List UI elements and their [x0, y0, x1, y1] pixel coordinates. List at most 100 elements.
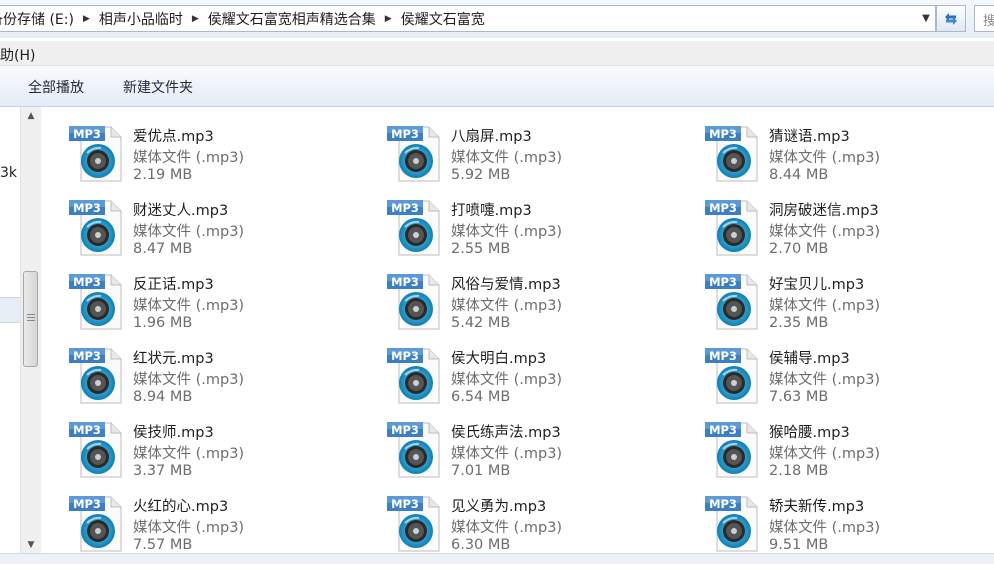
- file-size: 8.47 MB: [133, 241, 193, 257]
- breadcrumb: 备份存储 (E:) ▶ 相声小品临时 ▶ 侯耀文石富宽相声精选合集 ▶ 侯耀文石…: [0, 6, 489, 31]
- mp3-file-icon: MP3: [703, 419, 761, 479]
- file-type: 媒体文件 (.mp3): [451, 224, 563, 240]
- file-size: 2.35 MB: [769, 315, 829, 331]
- scroll-up-icon[interactable]: ▲: [21, 107, 41, 124]
- mp3-file-icon: MP3: [703, 345, 761, 405]
- file-name: 风俗与爱情.mp3: [451, 277, 561, 293]
- file-item[interactable]: MP3 红状元.mp3 媒体文件 (.mp3) 8.94 MB: [41, 337, 341, 405]
- svg-text:MP3: MP3: [73, 349, 101, 363]
- file-size: 6.54 MB: [451, 389, 511, 405]
- file-size: 7.01 MB: [451, 463, 511, 479]
- breadcrumb-separator-icon[interactable]: ▶: [380, 14, 397, 24]
- file-item[interactable]: MP3 好宝贝儿.mp3 媒体文件 (.mp3) 2.35 MB: [677, 263, 977, 331]
- file-item[interactable]: MP3 洞房破迷信.mp3 媒体文件 (.mp3) 2.70 MB: [677, 189, 977, 257]
- nav-item-partial[interactable]: 3k: [0, 165, 17, 181]
- svg-text:MP3: MP3: [73, 127, 101, 141]
- file-item[interactable]: MP3 侯辅导.mp3 媒体文件 (.mp3) 7.63 MB: [677, 337, 977, 405]
- mp3-file-icon: MP3: [703, 493, 761, 553]
- file-name: 见义勇为.mp3: [451, 499, 547, 515]
- svg-text:MP3: MP3: [709, 497, 737, 511]
- file-item[interactable]: MP3 火红的心.mp3 媒体文件 (.mp3) 7.57 MB: [41, 485, 341, 553]
- mp3-file-icon: MP3: [67, 419, 125, 479]
- file-name: 红状元.mp3: [133, 351, 214, 367]
- file-type: 媒体文件 (.mp3): [451, 520, 563, 536]
- refresh-button[interactable]: [936, 5, 966, 32]
- file-name: 财迷丈人.mp3: [133, 203, 229, 219]
- file-list: MP3 爱优点.mp3 媒体文件 (.mp3) 2.19 MB MP3 八扇屏.mp3 媒体…: [41, 107, 994, 553]
- file-item[interactable]: MP3 八扇屏.mp3 媒体文件 (.mp3) 5.92 MB: [359, 115, 659, 183]
- file-item[interactable]: MP3 财迷丈人.mp3 媒体文件 (.mp3) 8.47 MB: [41, 189, 341, 257]
- file-item[interactable]: MP3 反正话.mp3 媒体文件 (.mp3) 1.96 MB: [41, 263, 341, 331]
- file-type: 媒体文件 (.mp3): [451, 150, 563, 166]
- svg-text:MP3: MP3: [73, 423, 101, 437]
- nav-scrollbar[interactable]: ▲ ▼: [20, 107, 41, 553]
- scroll-down-icon[interactable]: ▼: [21, 536, 41, 553]
- new-folder-button[interactable]: 新建文件夹: [123, 77, 193, 97]
- svg-text:MP3: MP3: [73, 275, 101, 289]
- file-item[interactable]: MP3 侯氏练声法.mp3 媒体文件 (.mp3) 7.01 MB: [359, 411, 659, 479]
- file-name: 爱优点.mp3: [133, 129, 214, 145]
- mp3-file-icon: MP3: [703, 123, 761, 183]
- breadcrumb-separator-icon[interactable]: ▶: [187, 14, 204, 24]
- address-bar-row: 备份存储 (E:) ▶ 相声小品临时 ▶ 侯耀文石富宽相声精选合集 ▶ 侯耀文石…: [0, 0, 994, 38]
- file-type: 媒体文件 (.mp3): [133, 150, 245, 166]
- breadcrumb-folder-2[interactable]: 侯耀文石富宽相声精选合集: [204, 9, 380, 29]
- grip-line: [27, 314, 35, 315]
- file-name: 侯技师.mp3: [133, 425, 214, 441]
- refresh-icon: [945, 12, 957, 25]
- nav-item-selected[interactable]: [0, 297, 21, 323]
- mp3-file-icon: MP3: [385, 419, 443, 479]
- file-type: 媒体文件 (.mp3): [133, 224, 245, 240]
- svg-text:MP3: MP3: [73, 201, 101, 215]
- address-bar[interactable]: 备份存储 (E:) ▶ 相声小品临时 ▶ 侯耀文石富宽相声精选合集 ▶ 侯耀文石…: [0, 5, 936, 32]
- search-input[interactable]: 搜: [974, 5, 994, 32]
- mp3-file-icon: MP3: [67, 123, 125, 183]
- file-name: 打喷嚏.mp3: [451, 203, 532, 219]
- mp3-file-icon: MP3: [67, 271, 125, 331]
- file-item[interactable]: MP3 爱优点.mp3 媒体文件 (.mp3) 2.19 MB: [41, 115, 341, 183]
- file-type: 媒体文件 (.mp3): [133, 520, 245, 536]
- file-type: 媒体文件 (.mp3): [133, 372, 245, 388]
- file-item[interactable]: MP3 轿夫新传.mp3 媒体文件 (.mp3) 9.51 MB: [677, 485, 977, 553]
- mp3-file-icon: MP3: [385, 271, 443, 331]
- mp3-file-icon: MP3: [703, 271, 761, 331]
- file-item[interactable]: MP3 打喷嚏.mp3 媒体文件 (.mp3) 2.55 MB: [359, 189, 659, 257]
- address-dropdown-icon[interactable]: ▼: [917, 6, 935, 31]
- file-size: 3.37 MB: [133, 463, 193, 479]
- file-item[interactable]: MP3 侯技师.mp3 媒体文件 (.mp3) 3.37 MB: [41, 411, 341, 479]
- file-size: 7.63 MB: [769, 389, 829, 405]
- file-item[interactable]: MP3 侯大明白.mp3 媒体文件 (.mp3) 6.54 MB: [359, 337, 659, 405]
- file-name: 好宝贝儿.mp3: [769, 277, 865, 293]
- svg-text:MP3: MP3: [391, 497, 419, 511]
- file-type: 媒体文件 (.mp3): [769, 224, 881, 240]
- svg-text:MP3: MP3: [391, 201, 419, 215]
- file-size: 2.18 MB: [769, 463, 829, 479]
- mp3-file-icon: MP3: [703, 197, 761, 257]
- mp3-file-icon: MP3: [385, 123, 443, 183]
- toolbar: 全部播放 新建文件夹: [0, 66, 994, 107]
- file-item[interactable]: MP3 猴哈腰.mp3 媒体文件 (.mp3) 2.18 MB: [677, 411, 977, 479]
- file-item[interactable]: MP3 猜谜语.mp3 媒体文件 (.mp3) 8.44 MB: [677, 115, 977, 183]
- breadcrumb-folder-3[interactable]: 侯耀文石富宽: [397, 9, 489, 29]
- grip-line: [27, 317, 35, 318]
- file-size: 8.94 MB: [133, 389, 193, 405]
- file-item[interactable]: MP3 见义勇为.mp3 媒体文件 (.mp3) 6.30 MB: [359, 485, 659, 553]
- scroll-thumb[interactable]: [23, 271, 38, 367]
- breadcrumb-drive[interactable]: 备份存储 (E:): [0, 9, 78, 29]
- svg-text:MP3: MP3: [709, 275, 737, 289]
- file-size: 7.57 MB: [133, 537, 193, 553]
- file-name: 侯氏练声法.mp3: [451, 425, 561, 441]
- breadcrumb-separator-icon[interactable]: ▶: [78, 14, 95, 24]
- window-bottom-edge: [0, 553, 994, 564]
- file-size: 2.55 MB: [451, 241, 511, 257]
- file-type: 媒体文件 (.mp3): [769, 150, 881, 166]
- svg-text:MP3: MP3: [709, 423, 737, 437]
- breadcrumb-folder-1[interactable]: 相声小品临时: [95, 9, 187, 29]
- file-type: 媒体文件 (.mp3): [133, 446, 245, 462]
- play-all-button[interactable]: 全部播放: [28, 77, 84, 97]
- file-name: 侯辅导.mp3: [769, 351, 850, 367]
- file-item[interactable]: MP3 风俗与爱情.mp3 媒体文件 (.mp3) 5.42 MB: [359, 263, 659, 331]
- file-type: 媒体文件 (.mp3): [451, 298, 563, 314]
- menu-help[interactable]: 帮助(H): [0, 45, 35, 65]
- file-name: 侯大明白.mp3: [451, 351, 547, 367]
